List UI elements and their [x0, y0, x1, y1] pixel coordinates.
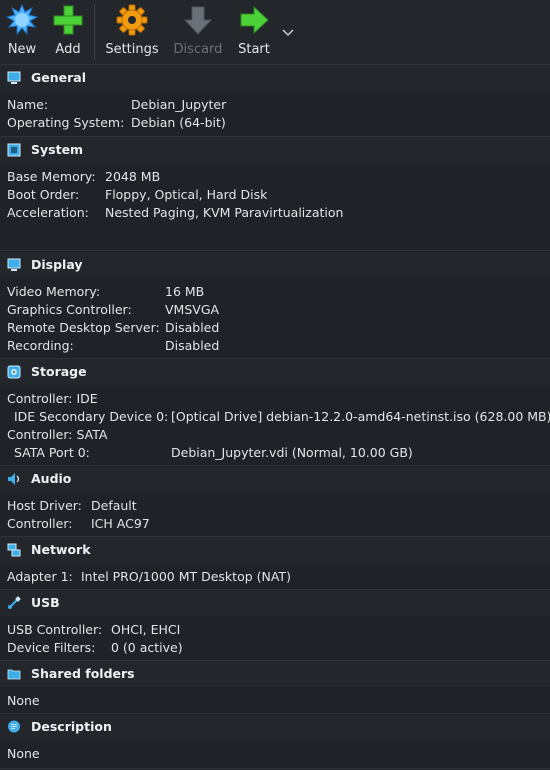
speaker-icon	[8, 473, 20, 485]
remote-desktop-label: Remote Desktop Server:	[7, 320, 160, 335]
remote-desktop-value: Disabled	[165, 320, 220, 335]
chip-icon	[7, 143, 21, 157]
name-label: Name:	[7, 97, 49, 112]
device-filters-value: 0 (0 active)	[111, 640, 183, 655]
memory-value: 2048 MB	[105, 169, 161, 184]
storage-section: Storage Controller: IDE IDE Secondary De…	[0, 359, 550, 466]
os-value: Debian (64-bit)	[131, 115, 226, 130]
plus-icon	[53, 5, 83, 35]
usb-section: USB USB Controller: OHCI, EHCI Device Fi…	[0, 590, 550, 661]
shared-folders-title: Shared folders	[31, 666, 135, 681]
network-icon	[7, 543, 21, 557]
controller-ide-label: Controller: IDE	[7, 391, 98, 406]
general-title: General	[31, 70, 86, 85]
discard-label: Discard	[173, 42, 223, 57]
new-button[interactable]: New	[0, 0, 44, 64]
usb-icon	[8, 596, 21, 609]
boot-order-label: Boot Order:	[7, 187, 80, 202]
usb-header[interactable]: USB	[0, 590, 550, 616]
shared-folders-header[interactable]: Shared folders	[0, 661, 550, 687]
host-driver-value: Default	[91, 498, 137, 513]
settings-button[interactable]: Settings	[102, 0, 162, 64]
shared-folders-value: None	[7, 693, 40, 708]
description-section: Description None	[0, 714, 550, 769]
usb-controller-label: USB Controller:	[7, 622, 103, 637]
ide-device-value: [Optical Drive] debian-12.2.0-amd64-neti…	[171, 409, 550, 424]
display-header[interactable]: Display	[0, 252, 550, 278]
storage-title: Storage	[31, 364, 87, 379]
system-header[interactable]: System	[0, 137, 550, 163]
network-section: Network Adapter 1: Intel PRO/1000 MT Des…	[0, 537, 550, 590]
gear-icon	[116, 4, 148, 36]
adapter-value: Intel PRO/1000 MT Desktop (NAT)	[81, 569, 291, 584]
memory-label: Base Memory:	[7, 169, 96, 184]
new-label: New	[7, 42, 37, 57]
network-header[interactable]: Network	[0, 537, 550, 563]
arrow-right-icon	[240, 5, 269, 35]
toolbar: New Add Settings Discard Start	[0, 0, 550, 65]
system-section: System Base Memory: 2048 MB Boot Order: …	[0, 137, 550, 251]
disk-icon	[7, 365, 21, 379]
usb-controller-value: OHCI, EHCI	[111, 622, 181, 637]
display-title: Display	[31, 257, 83, 272]
settings-label: Settings	[105, 42, 159, 57]
video-memory-label: Video Memory:	[7, 284, 101, 299]
recording-value: Disabled	[165, 338, 220, 353]
description-header[interactable]: Description	[0, 714, 550, 740]
speech-bubble-icon	[8, 720, 20, 733]
start-button[interactable]: Start	[234, 0, 274, 64]
network-title: Network	[31, 542, 91, 557]
audio-section: Audio Host Driver: Default Controller: I…	[0, 466, 550, 537]
acceleration-label: Acceleration:	[7, 205, 89, 220]
display-icon	[7, 258, 21, 271]
general-header[interactable]: General	[0, 65, 550, 91]
sata-port-value: Debian_Jupyter.vdi (Normal, 10.00 GB)	[171, 445, 413, 460]
add-label: Add	[55, 42, 81, 57]
boot-order-value: Floppy, Optical, Hard Disk	[105, 187, 268, 202]
monitor-icon	[7, 71, 21, 84]
adapter-label: Adapter 1:	[7, 569, 73, 584]
discard-button[interactable]: Discard	[170, 0, 226, 64]
acceleration-value: Nested Paging, KVM Paravirtualization	[105, 205, 344, 220]
display-section: Display Video Memory: 16 MB Graphics Con…	[0, 252, 550, 359]
video-memory-value: 16 MB	[165, 284, 205, 299]
arrow-down-icon	[183, 6, 213, 35]
storage-header[interactable]: Storage	[0, 359, 550, 385]
audio-header[interactable]: Audio	[0, 466, 550, 492]
chevron-down-icon[interactable]	[280, 24, 296, 40]
toolbar-separator	[94, 4, 95, 60]
graphics-controller-label: Graphics Controller:	[7, 302, 132, 317]
audio-controller-value: ICH AC97	[91, 516, 150, 531]
sata-port-label: SATA Port 0:	[14, 445, 90, 460]
shared-folders-section: Shared folders None	[0, 661, 550, 714]
add-button[interactable]: Add	[46, 0, 90, 64]
start-label: Start	[238, 42, 270, 57]
os-label: Operating System:	[7, 115, 125, 130]
audio-title: Audio	[31, 471, 72, 486]
ide-device-label: IDE Secondary Device 0:	[14, 409, 169, 424]
controller-sata-label: Controller: SATA	[7, 427, 108, 442]
system-title: System	[31, 142, 84, 157]
general-section: General Name: Debian_Jupyter Operating S…	[0, 65, 550, 137]
name-value: Debian_Jupyter	[131, 97, 227, 112]
graphics-controller-value: VMSVGA	[165, 302, 220, 317]
description-value: None	[7, 746, 40, 761]
folder-icon	[7, 669, 21, 680]
description-title: Description	[31, 719, 112, 734]
device-filters-label: Device Filters:	[7, 640, 96, 655]
usb-title: USB	[31, 595, 60, 610]
recording-label: Recording:	[7, 338, 74, 353]
audio-controller-label: Controller:	[7, 516, 73, 531]
host-driver-label: Host Driver:	[7, 498, 82, 513]
starburst-icon	[6, 4, 38, 36]
